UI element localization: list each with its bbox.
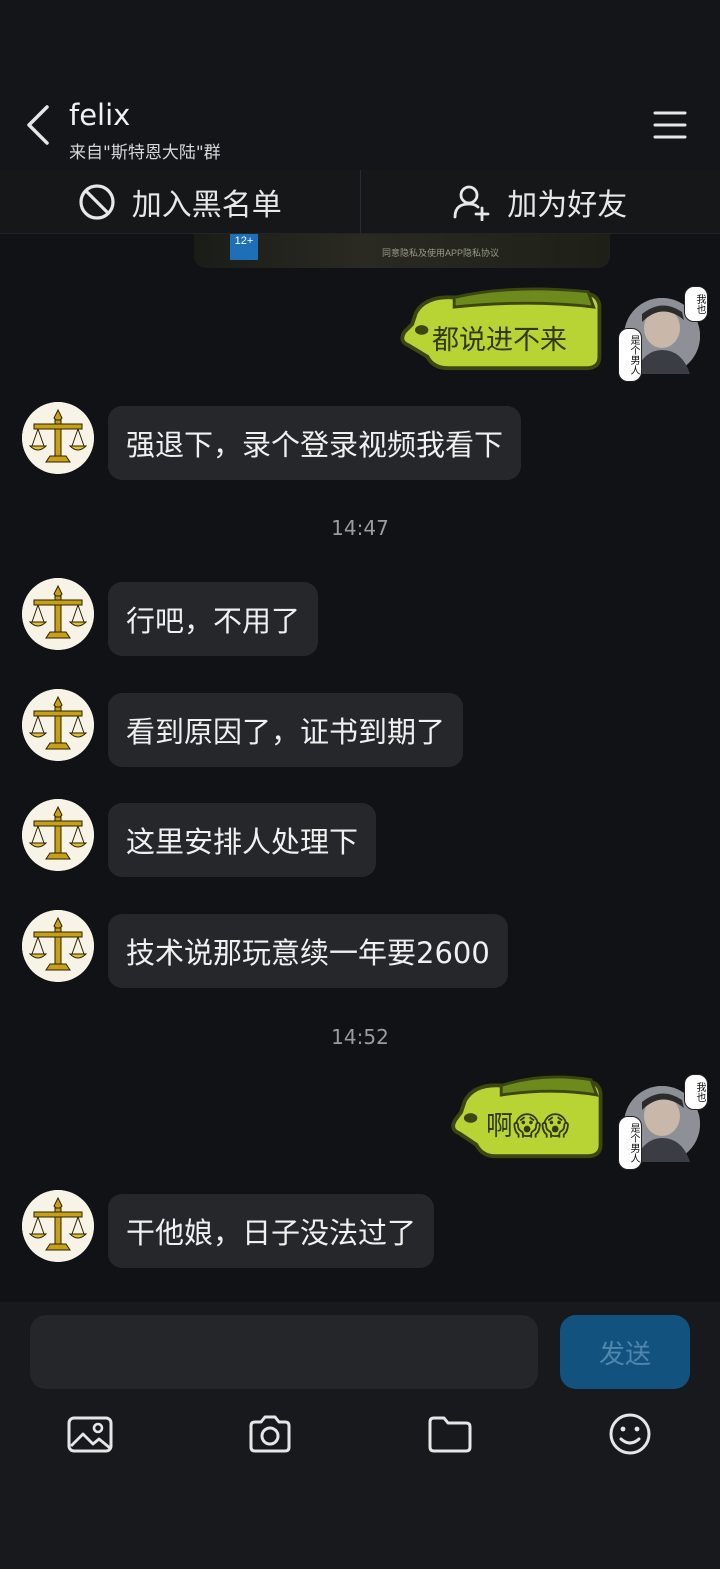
back-button[interactable]	[18, 100, 58, 150]
scales-of-justice-icon	[22, 402, 94, 474]
timestamp: 14:47	[331, 516, 389, 540]
message-bubble[interactable]: 干他娘，日子没法过了	[108, 1194, 435, 1268]
emoji-button[interactable]	[606, 1410, 654, 1458]
scales-of-justice-icon	[22, 1190, 94, 1262]
camera-button[interactable]	[246, 1410, 294, 1458]
contact-name: felix	[69, 98, 131, 132]
shared-image-card[interactable]: 12+ 同意隐私及使用APP隐私协议	[194, 234, 610, 268]
avatar-caption-top: 我也	[684, 1074, 708, 1110]
scales-of-justice-icon	[22, 799, 94, 871]
shared-image-caption: 同意隐私及使用APP隐私协议	[382, 248, 500, 258]
sender-avatar[interactable]	[22, 1190, 94, 1262]
message-row-incoming: 看到原因了，证书到期了	[0, 689, 720, 769]
message-row-incoming: 这里安排人处理下	[0, 799, 720, 879]
sender-avatar[interactable]	[22, 799, 94, 871]
message-bubble[interactable]: 这里安排人处理下	[108, 803, 377, 877]
message-row-incoming: 行吧，不用了	[0, 578, 720, 658]
add-friend-label: 加为好友	[507, 187, 628, 223]
message-text: 技术说那玩意续一年要2600	[126, 936, 490, 970]
message-bubble[interactable]: 强退下，录个登录视频我看下	[108, 406, 522, 480]
message-text: 看到原因了，证书到期了	[126, 715, 446, 749]
menu-icon	[653, 111, 687, 139]
add-friend-button[interactable]: 加为好友	[361, 170, 720, 233]
chat-header: felix 来自"斯特恩大陆"群	[0, 0, 720, 170]
message-text: 干他娘，日子没法过了	[126, 1216, 417, 1250]
message-row-incoming: 干他娘，日子没法过了	[0, 1190, 720, 1270]
composer: 发送	[0, 1302, 720, 1569]
sender-avatar[interactable]	[22, 402, 94, 474]
timestamp: 14:52	[331, 1025, 389, 1049]
message-row-outgoing: 啊😱😱 我也 是个男人	[0, 1074, 720, 1170]
message-text: 这里安排人处理下	[126, 825, 359, 859]
file-button[interactable]	[426, 1410, 474, 1458]
message-bubble[interactable]: 行吧，不用了	[108, 582, 319, 656]
scales-of-justice-icon	[22, 578, 94, 650]
message-row-outgoing: 都说进不来 我也 是个男人	[0, 286, 720, 382]
sender-avatar[interactable]	[22, 910, 94, 982]
avatar-caption-side: 是个男人	[618, 328, 642, 382]
sender-avatar[interactable]	[22, 689, 94, 761]
scales-of-justice-icon	[22, 689, 94, 761]
stranger-action-bar: 加入黑名单 加为好友	[0, 170, 720, 234]
contact-source-group: 来自"斯特恩大陆"群	[69, 143, 221, 163]
message-text: 行吧，不用了	[126, 604, 301, 638]
folder-icon	[428, 1416, 472, 1453]
chevron-left-icon	[27, 105, 49, 145]
add-to-blacklist-label: 加入黑名单	[131, 187, 282, 223]
image-picker-button[interactable]	[66, 1410, 114, 1458]
block-icon	[79, 183, 115, 220]
message-input[interactable]	[30, 1315, 538, 1389]
avatar-caption-side: 是个男人	[618, 1116, 642, 1170]
message-list[interactable]: 12+ 同意隐私及使用APP隐私协议 都说进不来 我也 是个男人 强退下，录个登…	[0, 234, 720, 1300]
camera-icon	[249, 1415, 291, 1453]
scales-of-justice-icon	[22, 910, 94, 982]
emoji-icon	[609, 1413, 651, 1455]
avatar-caption-top: 我也	[684, 286, 708, 322]
sticker-caption: 都说进不来	[432, 325, 567, 356]
age-rating-badge: 12+	[230, 234, 258, 260]
sticker-caption: 啊😱😱	[486, 1111, 570, 1142]
message-bubble[interactable]: 技术说那玩意续一年要2600	[108, 914, 508, 988]
message-row-incoming: 强退下，录个登录视频我看下	[0, 402, 720, 482]
add-user-icon	[453, 185, 490, 221]
message-row-incoming: 技术说那玩意续一年要2600	[0, 910, 720, 990]
message-text: 强退下，录个登录视频我看下	[126, 428, 504, 462]
message-bubble[interactable]: 看到原因了，证书到期了	[108, 693, 464, 767]
send-button[interactable]: 发送	[560, 1315, 690, 1389]
image-icon	[67, 1416, 113, 1453]
sender-avatar[interactable]	[22, 578, 94, 650]
menu-button[interactable]	[646, 104, 694, 146]
add-to-blacklist-button[interactable]: 加入黑名单	[0, 170, 360, 233]
